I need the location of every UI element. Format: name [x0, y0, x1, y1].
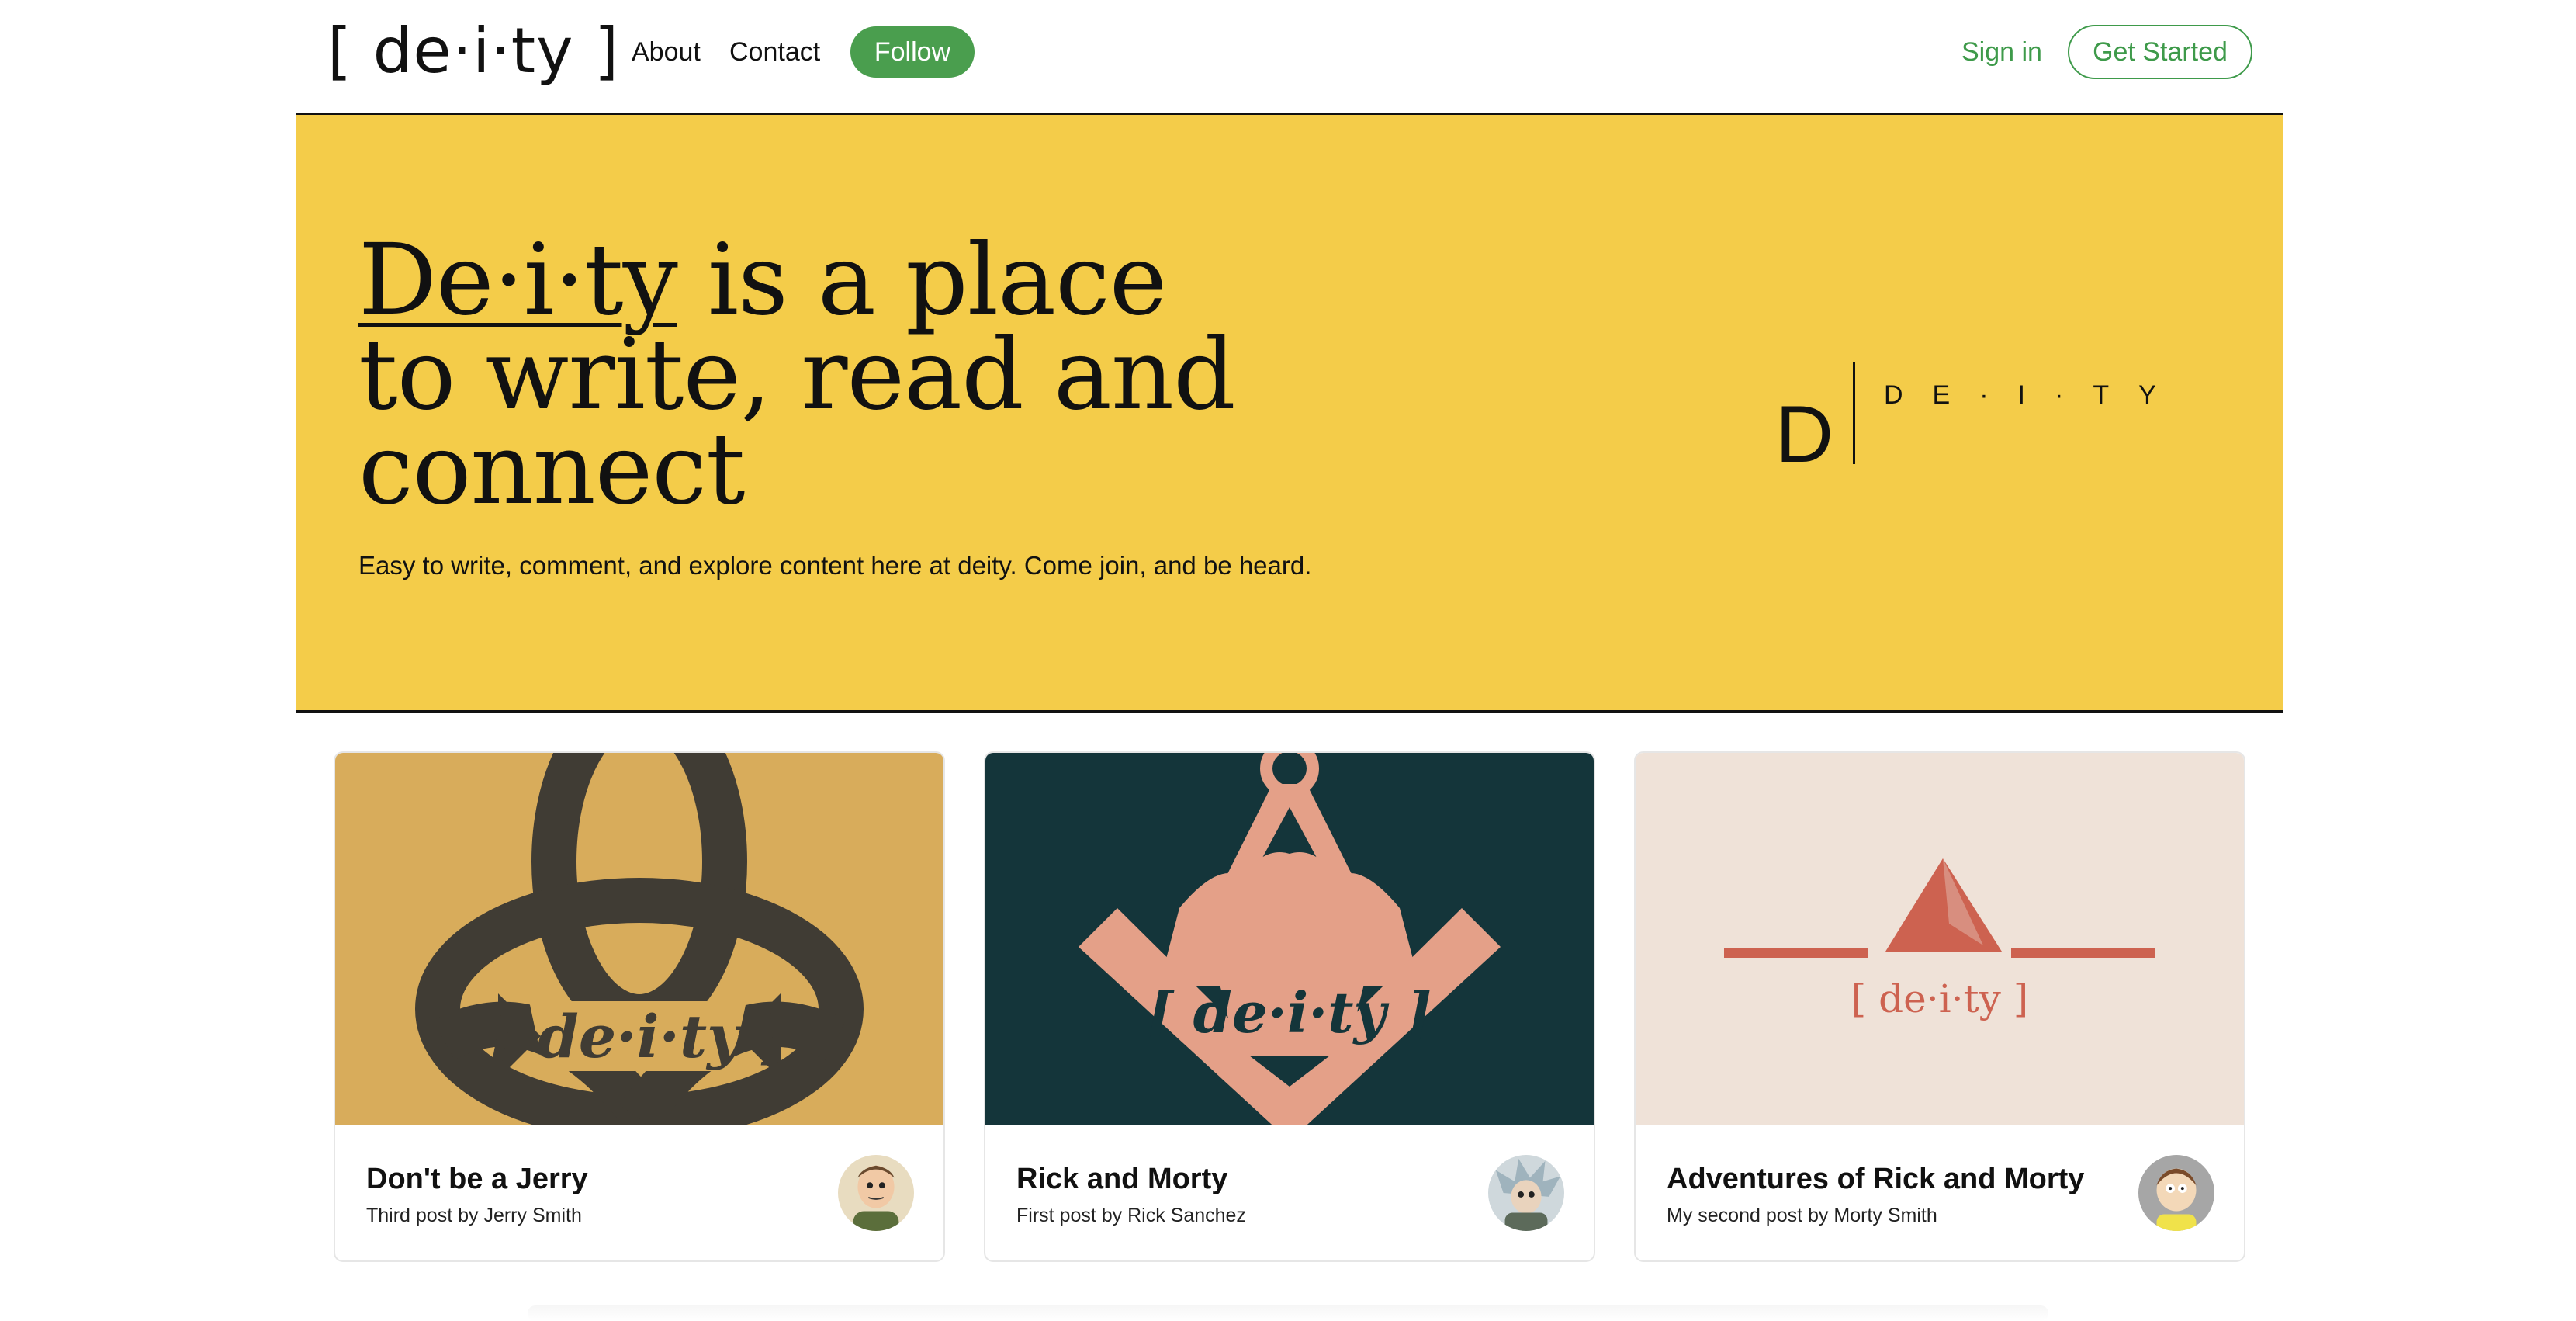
follow-button[interactable]: Follow	[850, 26, 975, 78]
post-card[interactable]: [ de·i·ty ] Rick and Morty First post by…	[984, 751, 1595, 1262]
page-footer-shadow	[528, 1305, 2048, 1321]
top-navigation: [ de·i·ty ] About Contact Follow Sign in…	[296, 0, 2283, 115]
author-avatar[interactable]	[1488, 1155, 1564, 1231]
author-avatar[interactable]	[838, 1155, 914, 1231]
hero-title: De·i·ty is a place to write, read and co…	[358, 231, 1251, 518]
svg-text:[ de·i·ty ]: [ de·i·ty ]	[489, 1002, 789, 1071]
post-title[interactable]: Don't be a Jerry	[366, 1163, 588, 1196]
get-started-button[interactable]: Get Started	[2068, 25, 2252, 79]
nav-contact-link[interactable]: Contact	[729, 37, 820, 68]
compass-square-logo-icon: [ de·i·ty ]	[985, 753, 1594, 1125]
author-avatar[interactable]	[2138, 1155, 2214, 1231]
deity-wordmark: D DE·I·TY	[1775, 362, 2210, 475]
post-cover-image: [ de·i·ty ]	[1636, 753, 2244, 1125]
triquetra-logo-icon: [ de·i·ty ]	[335, 753, 943, 1125]
svg-text:[ de·i·ty ]: [ de·i·ty ]	[1148, 979, 1432, 1045]
wordmark-divider	[1853, 362, 1855, 464]
svg-text:[ de·i·ty ]: [ de·i·ty ]	[1851, 976, 2029, 1021]
nav-about-link[interactable]: About	[632, 37, 701, 68]
post-card[interactable]: [ de·i·ty ] Don't be a Jerry Third post …	[334, 751, 945, 1262]
wordmark-text: DE·I·TY	[1884, 380, 2186, 410]
site-logo[interactable]: [ de·i·ty ]	[327, 20, 619, 82]
hero-subtitle: Easy to write, comment, and explore cont…	[358, 551, 1312, 580]
pyramid-logo-icon: [ de·i·ty ]	[1636, 753, 2244, 1125]
post-title[interactable]: Adventures of Rick and Morty	[1667, 1163, 2084, 1196]
wordmark-letter: D	[1775, 390, 1834, 480]
post-cover-image: [ de·i·ty ]	[985, 753, 1594, 1125]
post-cover-image: [ de·i·ty ]	[335, 753, 943, 1125]
post-card[interactable]: [ de·i·ty ] Adventures of Rick and Morty…	[1634, 751, 2245, 1262]
post-meta: Third post by Jerry Smith	[366, 1205, 582, 1226]
morty-avatar-icon	[2138, 1155, 2214, 1231]
rick-avatar-icon	[1488, 1155, 1564, 1231]
sign-in-link[interactable]: Sign in	[1961, 37, 2042, 68]
post-meta: My second post by Morty Smith	[1667, 1205, 1937, 1226]
post-meta: First post by Rick Sanchez	[1016, 1205, 1246, 1226]
post-title[interactable]: Rick and Morty	[1016, 1163, 1227, 1196]
hero-banner: De·i·ty is a place to write, read and co…	[296, 115, 2283, 713]
jerry-avatar-icon	[838, 1155, 914, 1231]
